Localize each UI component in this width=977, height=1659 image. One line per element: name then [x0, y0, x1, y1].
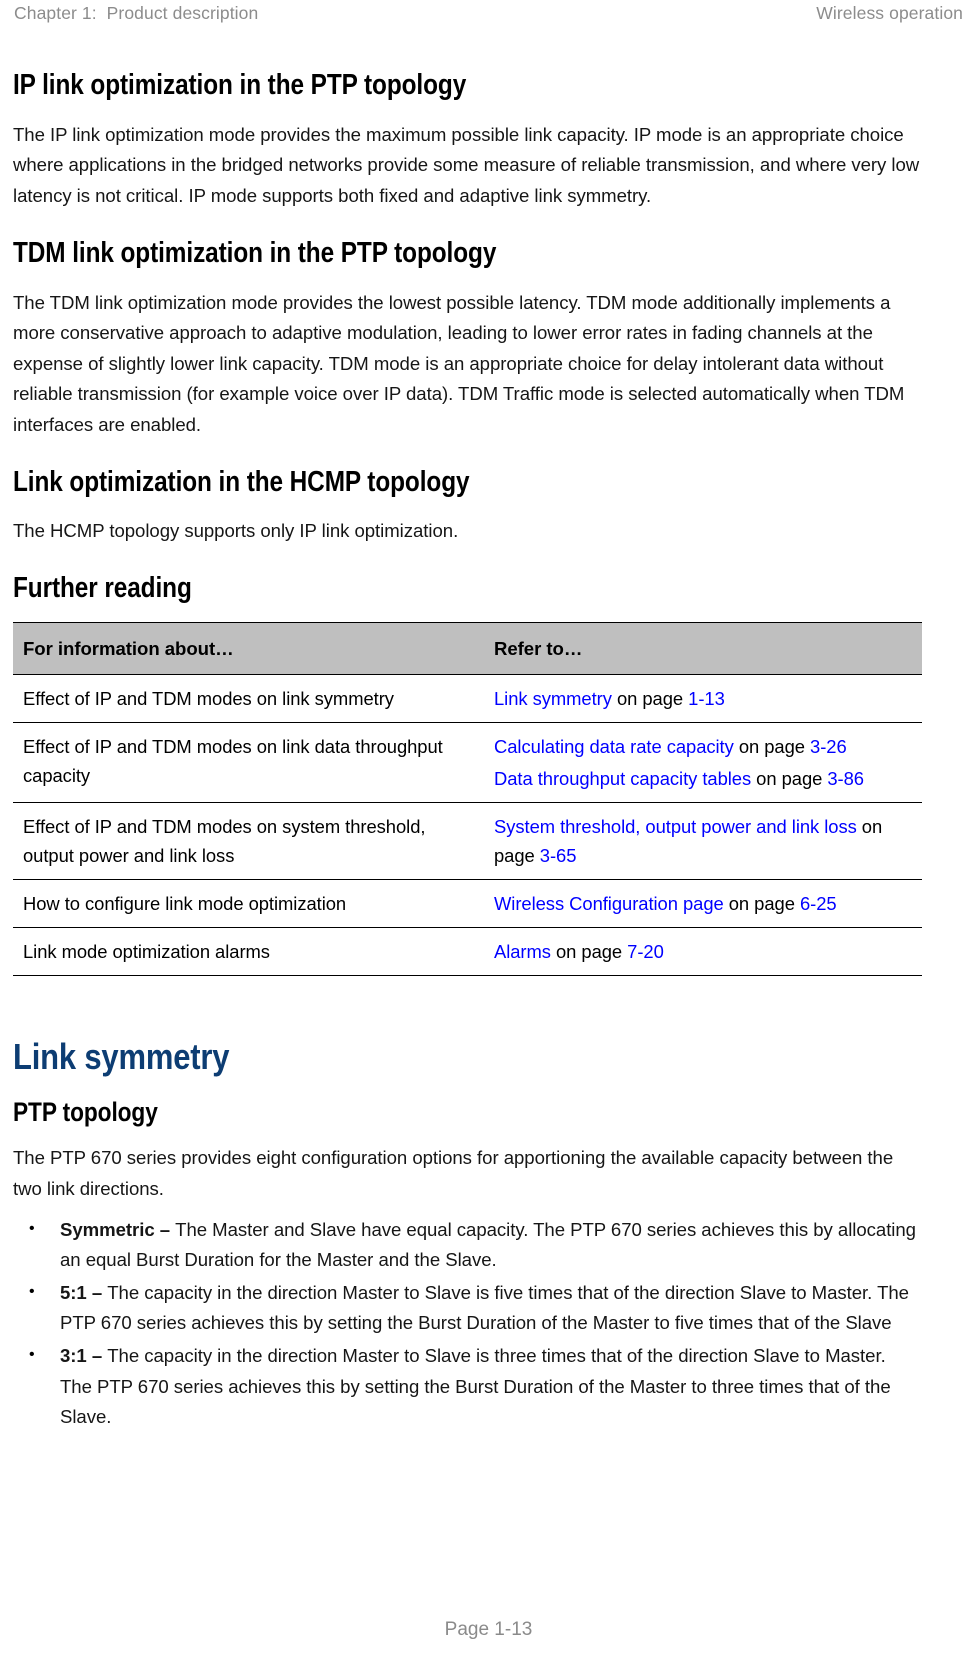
cross-reference: System threshold, output power and link … — [494, 812, 914, 870]
cross-reference-page[interactable]: 6-25 — [800, 893, 837, 914]
cross-reference-page[interactable]: 7-20 — [627, 941, 664, 962]
link-symmetry-bullet-list: Symmetric – The Master and Slave have eq… — [13, 1214, 922, 1433]
table-column-header-refer: Refer to… — [484, 621, 922, 675]
paragraph-hcmp-link-optimization: The HCMP topology supports only IP link … — [13, 520, 459, 542]
table-cell-refer: System threshold, output power and link … — [484, 802, 922, 880]
paragraph-tdm-link-optimization: The TDM link optimization mode provides … — [13, 291, 905, 435]
cross-reference-link[interactable]: Wireless Configuration page — [494, 893, 724, 914]
page-content: IP link optimization in the PTP topology… — [0, 69, 977, 1433]
table-cell-about: Effect of IP and TDM modes on system thr… — [13, 802, 484, 880]
running-header: Chapter 1: Product description Wireless … — [0, 0, 977, 32]
cross-reference-connector: on page — [733, 735, 811, 757]
cross-reference-link[interactable]: Alarms — [494, 941, 551, 962]
document-page: Chapter 1: Product description Wireless … — [0, 0, 977, 1659]
cross-reference: Alarms on page 7-20 — [494, 937, 914, 966]
list-item-term: 5:1 – — [60, 1281, 108, 1303]
list-item: 5:1 – The capacity in the direction Mast… — [13, 1277, 922, 1339]
cross-reference-connector: on page — [550, 940, 628, 962]
cross-reference-connector: on page — [723, 892, 800, 914]
heading-ip-link-optimization: IP link optimization in the PTP topology — [13, 69, 467, 101]
page-number-label: Page 1-13 — [444, 1619, 533, 1640]
paragraph-ip-link-optimization: The IP link optimization mode provides t… — [13, 123, 920, 207]
cross-reference: Wireless Configuration page on page 6-25 — [494, 889, 914, 918]
cross-reference: Link symmetry on page 1-13 — [494, 684, 914, 713]
further-reading-table: For information about… Refer to… Effect … — [13, 621, 922, 976]
cross-reference-page[interactable]: 3-65 — [540, 845, 577, 866]
heading-further-reading: Further reading — [13, 572, 192, 605]
list-item-term: Symmetric – — [60, 1218, 176, 1240]
list-item-term: 3:1 – — [60, 1344, 108, 1366]
heading-hcmp-link-optimization: Link optimization in the HCMP topology — [13, 465, 470, 498]
table-cell-about: How to configure link mode optimization — [13, 879, 484, 928]
further-reading-table-body: Effect of IP and TDM modes on link symme… — [13, 674, 922, 976]
table-cell-refer: Link symmetry on page 1-13 — [484, 674, 922, 723]
table-column-header-about: For information about… — [13, 621, 484, 675]
running-header-chapter: Chapter 1: Product description — [14, 3, 259, 23]
table-cell-about: Effect of IP and TDM modes on link symme… — [13, 674, 484, 723]
heading-link-symmetry: Link symmetry — [13, 1035, 230, 1077]
list-item-text: The Master and Slave have equal capacity… — [60, 1218, 916, 1271]
cross-reference-connector: on page — [751, 767, 828, 789]
table-cell-refer: Wireless Configuration page on page 6-25 — [484, 879, 922, 928]
table-cell-about: Link mode optimization alarms — [13, 927, 484, 976]
running-header-topic: Wireless operation — [816, 3, 963, 23]
cross-reference: Data throughput capacity tables on page … — [494, 764, 914, 793]
table-row: How to configure link mode optimization W… — [13, 879, 922, 928]
table-cell-refer: Alarms on page 7-20 — [484, 927, 922, 976]
heading-ptp-topology: PTP topology — [13, 1096, 158, 1127]
list-item: 3:1 – The capacity in the direction Mast… — [13, 1340, 922, 1433]
heading-tdm-link-optimization: TDM link optimization in the PTP topolog… — [13, 236, 497, 269]
table-cell-refer: Calculating data rate capacity on page 3… — [484, 722, 922, 803]
cross-reference-page[interactable]: 3-26 — [810, 736, 847, 757]
list-item-text: The capacity in the direction Master to … — [60, 1344, 891, 1428]
cross-reference-connector: on page — [611, 687, 689, 709]
table-row: Effect of IP and TDM modes on link data … — [13, 722, 922, 803]
cross-reference-page[interactable]: 3-86 — [827, 768, 864, 789]
cross-reference-link[interactable]: Link symmetry — [494, 688, 612, 709]
page-footer: Page 1-13 — [0, 1619, 977, 1641]
cross-reference-link[interactable]: Data throughput capacity tables — [494, 768, 751, 789]
list-item: Symmetric – The Master and Slave have eq… — [13, 1214, 922, 1276]
paragraph-ptp-topology: The PTP 670 series provides eight config… — [13, 1147, 894, 1199]
cross-reference-page[interactable]: 1-13 — [688, 688, 725, 709]
cross-reference-link[interactable]: System threshold, output power and link … — [494, 816, 857, 837]
table-header-row: For information about… Refer to… — [13, 621, 922, 675]
cross-reference-link[interactable]: Calculating data rate capacity — [494, 736, 734, 757]
table-row: Effect of IP and TDM modes on system thr… — [13, 802, 922, 880]
table-row: Link mode optimization alarms Alarms on p… — [13, 927, 922, 976]
table-row: Effect of IP and TDM modes on link symme… — [13, 674, 922, 723]
table-cell-about: Effect of IP and TDM modes on link data … — [13, 722, 484, 803]
cross-reference: Calculating data rate capacity on page 3… — [494, 732, 914, 761]
list-item-text: The capacity in the direction Master to … — [60, 1281, 909, 1334]
